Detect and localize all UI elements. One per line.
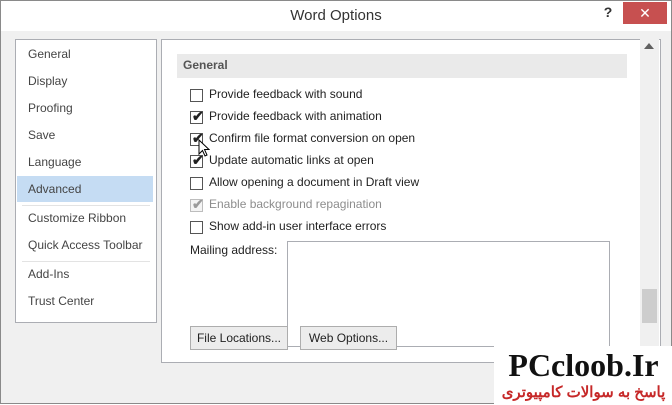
checkbox[interactable] [190, 177, 203, 190]
checkbox: ✔ [190, 196, 204, 212]
option-label: Update automatic links at open [209, 153, 374, 167]
checkbox[interactable] [190, 221, 203, 234]
scroll-up-icon[interactable] [644, 43, 654, 49]
sidebar-item-display[interactable]: Display [17, 68, 153, 94]
option-label: Confirm file format conversion on open [209, 131, 416, 145]
sidebar-item-add-ins[interactable]: Add-Ins [17, 261, 153, 287]
sidebar-item-customize-ribbon[interactable]: Customize Ribbon [17, 205, 153, 231]
option-label: Provide feedback with animation [209, 109, 382, 123]
scroll-thumb[interactable] [642, 289, 657, 323]
help-button[interactable]: ? [600, 4, 616, 22]
sidebar-item-trust-center[interactable]: Trust Center [17, 288, 153, 314]
close-button[interactable]: ✕ [623, 2, 667, 24]
sidebar-item-advanced[interactable]: Advanced [17, 176, 153, 202]
checkbox[interactable] [190, 89, 203, 102]
watermark-subtitle: پاسخ به سوالات کامپیوتری [501, 384, 666, 401]
watermark-brand: PCcloob.Ir [508, 347, 659, 383]
title-bar: Word Options ? ✕ [1, 1, 671, 31]
mailing-address-label: Mailing address: [190, 243, 278, 257]
file-locations-button[interactable]: File Locations... [190, 326, 288, 350]
mouse-cursor-icon [198, 138, 211, 162]
word-options-dialog: Word Options ? ✕ General Display Proofin… [0, 0, 672, 405]
checkbox[interactable]: ✔ [190, 108, 204, 124]
checkmark-icon: ✔ [192, 196, 204, 212]
dialog-title: Word Options [290, 7, 382, 24]
sidebar-item-general[interactable]: General [17, 41, 153, 67]
option-label: Provide feedback with sound [209, 87, 363, 101]
watermark: PCcloob.Ir پاسخ به سوالات کامپیوتری [494, 346, 672, 405]
option-label: Show add-in user interface errors [209, 219, 387, 233]
sidebar-item-language[interactable]: Language [17, 149, 153, 175]
option-label: Allow opening a document in Draft view [209, 175, 420, 189]
section-title: General [183, 58, 228, 72]
sidebar-item-quick-access-toolbar[interactable]: Quick Access Toolbar [17, 232, 153, 258]
section-header: General [177, 54, 627, 78]
option-label: Enable background repagination [209, 197, 382, 211]
web-options-button[interactable]: Web Options... [300, 326, 397, 350]
sidebar-item-save[interactable]: Save [17, 122, 153, 148]
options-content-pane: General Provide feedback with sound ✔ Pr… [161, 39, 661, 363]
checkmark-icon: ✔ [192, 108, 204, 124]
options-sidebar: General Display Proofing Save Language A… [15, 39, 157, 323]
vertical-scrollbar[interactable] [640, 39, 659, 361]
sidebar-item-proofing[interactable]: Proofing [17, 95, 153, 121]
